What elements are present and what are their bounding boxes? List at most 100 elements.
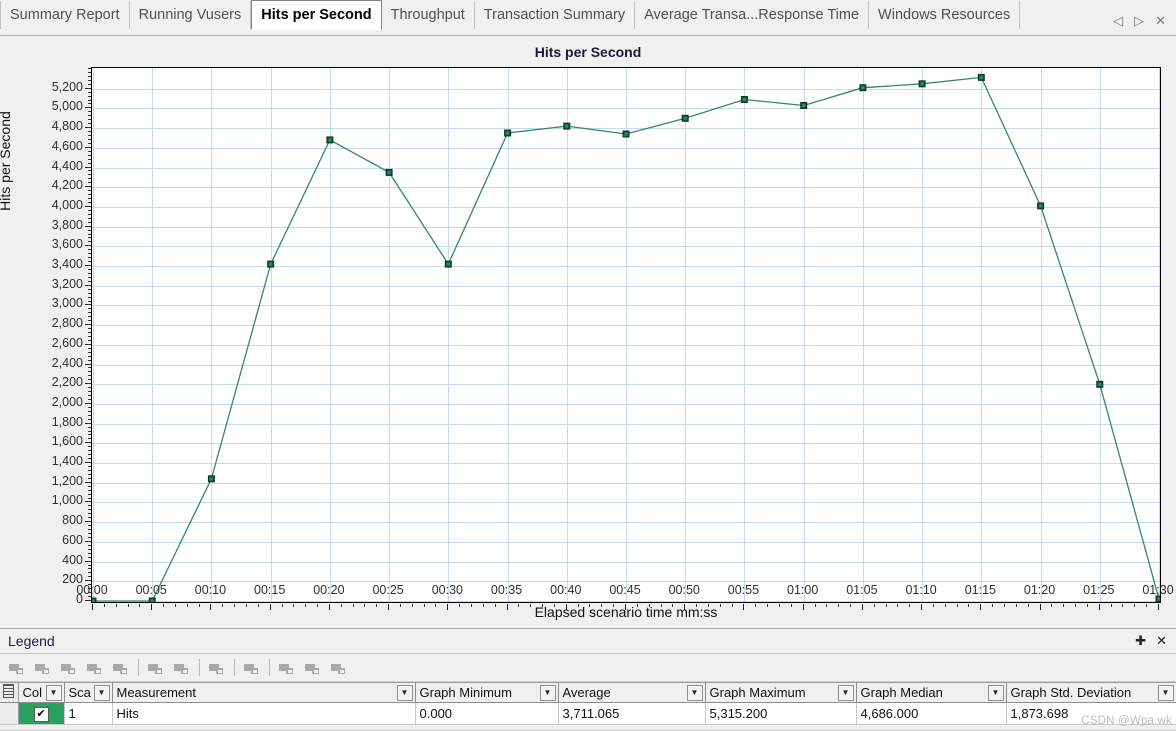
x-tick-label: 00:05 (135, 583, 167, 597)
x-axis-title: Elapsed scenario time mm:ss (534, 604, 718, 620)
tab-prev-icon[interactable]: ◁ (1113, 14, 1123, 27)
tab-close-icon[interactable]: ✕ (1155, 14, 1166, 27)
tab-throughput[interactable]: Throughput (382, 1, 475, 29)
column-header-graph-minimum[interactable]: Graph Minimum ▼ (415, 682, 559, 703)
tab-running-vusers[interactable]: Running Vusers (130, 1, 252, 29)
column-header-color[interactable]: Col ▼ (18, 682, 65, 703)
column-filter-dropdown-icon[interactable]: ▼ (987, 685, 1004, 701)
column-filter-dropdown-icon[interactable]: ▼ (686, 685, 703, 701)
filter-icon[interactable] (108, 657, 134, 679)
legend-header: Legend ✚ ✕ (0, 629, 1176, 654)
tab-windows-resources[interactable]: Windows Resources (869, 1, 1021, 29)
column-filter-dropdown-icon[interactable]: ▼ (539, 685, 556, 701)
cell-average: 3,711.065 (558, 702, 706, 725)
series-visible-checkbox[interactable]: ✔ (33, 706, 49, 722)
y-tick-label: 3,800 (51, 217, 83, 232)
legend-body: ✔ 1 Hits 0.000 3,711.065 5,315.200 4,686.000 1,… (0, 702, 1176, 725)
legend-panel: Legend ✚ ✕ Col ▼ Sca ▼ Measurement ▼ Graph Min… (0, 628, 1176, 730)
legend-header-row: Col ▼ Sca ▼ Measurement ▼ Graph Minimum ▼ Averag… (0, 682, 1176, 703)
plot-area[interactable] (91, 67, 1161, 603)
x-tick-label: 01:25 (1083, 583, 1115, 597)
column-filter-dropdown-icon[interactable]: ▼ (93, 685, 110, 701)
tab-hits-per-second[interactable]: Hits per Second (251, 0, 382, 30)
x-tick-label: 00:10 (194, 583, 227, 597)
x-tick-label: 00:50 (668, 583, 700, 597)
column-filter-dropdown-icon[interactable]: ▼ (1157, 685, 1174, 701)
series-visibility-checkbox-cell[interactable]: ✔ (18, 702, 65, 725)
auto-correlate-icon[interactable] (56, 657, 82, 679)
y-tick-label: 1,400 (51, 454, 83, 469)
y-tick-label: 4,800 (51, 119, 83, 134)
cell-measurement: Hits (112, 702, 416, 725)
show-graph-icon[interactable] (4, 657, 30, 679)
y-tick-label: 3,600 (51, 237, 83, 252)
legend-table: Col ▼ Sca ▼ Measurement ▼ Graph Minimum ▼ Averag… (0, 682, 1176, 725)
y-tick-label: 3,000 (51, 296, 83, 311)
drill-down-icon[interactable] (239, 657, 265, 679)
break-down-icon[interactable] (274, 657, 300, 679)
column-header-label: Average (562, 685, 611, 700)
cell-graph-maximum: 5,315.200 (705, 702, 857, 725)
column-filter-dropdown-icon[interactable]: ▼ (45, 685, 62, 701)
y-tick-label: 3,200 (51, 276, 83, 291)
merge-graphs-icon[interactable] (30, 657, 56, 679)
y-tick-label: 1,800 (51, 414, 83, 429)
y-axis-title: Hits per Second (0, 111, 13, 211)
column-header-graph-median[interactable]: Graph Median ▼ (856, 682, 1007, 703)
x-tick-label: 01:20 (1023, 583, 1056, 597)
column-header-average[interactable]: Average ▼ (558, 682, 706, 703)
y-tick-label: 400 (62, 552, 83, 567)
export-icon[interactable] (326, 657, 352, 679)
column-header-graph-maximum[interactable]: Graph Maximum ▼ (705, 682, 857, 703)
column-header-label: Graph Std. Deviation (1010, 685, 1132, 700)
measurement-description-icon[interactable] (204, 657, 230, 679)
chart-panel: Hits per Second 0 200 400 600 800 1,000 1,200 1… (0, 36, 1176, 628)
tab-average-transa-response-time[interactable]: Average Transa...Response Time (635, 1, 870, 29)
column-header-measurement[interactable]: Measurement ▼ (112, 682, 416, 703)
x-tick-label: 01:00 (787, 583, 819, 597)
column-filter-dropdown-icon[interactable]: ▼ (396, 685, 413, 701)
x-tick-label: 00:35 (490, 583, 523, 597)
table-row[interactable]: ✔ 1 Hits 0.000 3,711.065 5,315.200 4,686.000 1,… (0, 702, 1176, 725)
x-tick-label: 00:55 (727, 583, 760, 597)
y-tick-label: 2,600 (51, 335, 83, 350)
y-tick-label: 4,200 (51, 178, 83, 193)
watermark: CSDN @Wpa.wk (1081, 715, 1172, 727)
y-tick-label: 1,200 (51, 473, 83, 488)
x-tick-label: 00:20 (313, 583, 345, 597)
column-filter-dropdown-icon[interactable]: ▼ (837, 685, 854, 701)
legend-row-selector-header[interactable] (0, 682, 19, 703)
close-icon[interactable]: ✕ (1156, 633, 1167, 649)
y-tick-label: 2,000 (51, 394, 83, 409)
column-header-scale[interactable]: Sca ▼ (64, 682, 113, 703)
y-tick-label: 1,000 (51, 493, 83, 508)
tab-next-icon[interactable]: ▷ (1134, 14, 1144, 27)
cell-scale: 1 (64, 702, 113, 725)
y-tick-label: 2,200 (51, 375, 83, 390)
x-tick-label: 00:25 (372, 583, 404, 597)
compare-icon[interactable] (82, 657, 108, 679)
column-header-label: Graph Maximum (709, 685, 806, 700)
x-tick-label: 00:15 (254, 583, 286, 597)
y-tick-label: 4,000 (51, 197, 83, 212)
column-header-label: Graph Median (860, 685, 943, 700)
tab-transaction-summary[interactable]: Transaction Summary (475, 1, 636, 29)
set-granularity-icon[interactable] (143, 657, 169, 679)
configure-icon[interactable] (169, 657, 195, 679)
legend-toolbar (0, 654, 1176, 682)
tab-summary-report[interactable]: Summary Report (0, 1, 130, 29)
row-selector-cell[interactable] (0, 702, 19, 725)
column-header-graph-std-deviation[interactable]: Graph Std. Deviation ▼ (1006, 682, 1176, 703)
collapse-icon[interactable] (300, 657, 326, 679)
chart-title: Hits per Second (534, 44, 642, 60)
column-header-label: Col (22, 685, 43, 700)
column-header-label: Measurement (116, 685, 196, 700)
tab-strip: Summary Report Running Vusers Hits per Sec… (0, 0, 1021, 35)
pin-icon[interactable]: ✚ (1135, 634, 1146, 649)
x-tick-label: 01:30 (1142, 583, 1174, 597)
toolbar-separator (199, 659, 200, 676)
column-header-label: Graph Minimum (419, 685, 512, 700)
y-tick-label: 600 (62, 532, 83, 547)
y-tick-label: 1,600 (51, 434, 83, 449)
grid-menu-icon[interactable] (3, 684, 15, 698)
